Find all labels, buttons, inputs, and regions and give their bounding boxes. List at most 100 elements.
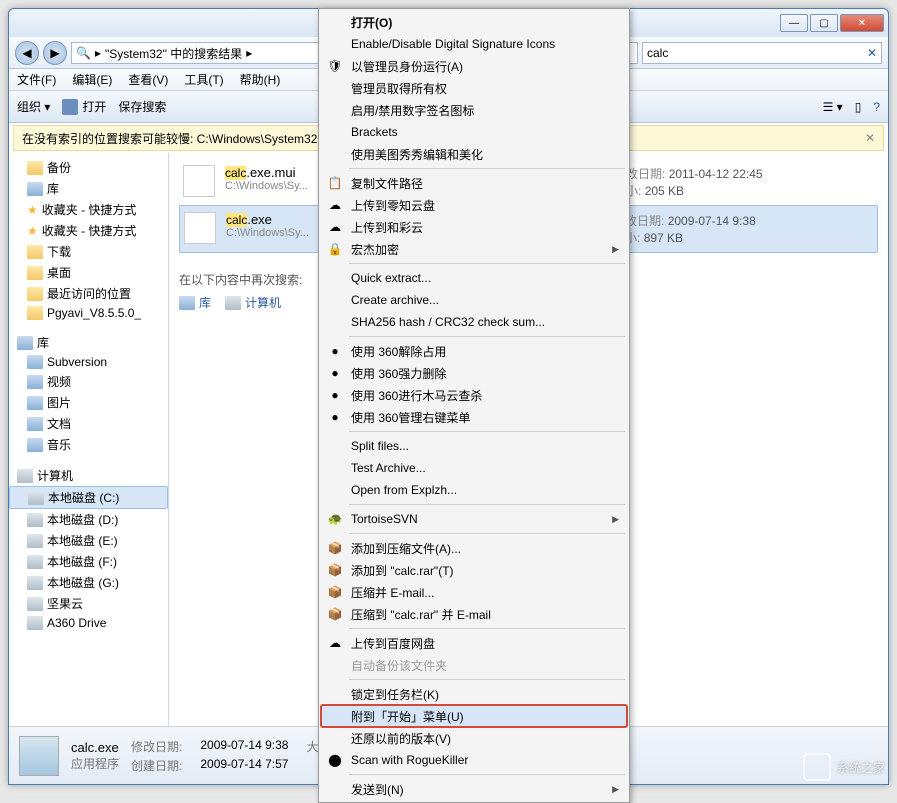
context-menu-item[interactable]: ●使用 360进行木马云查杀 [321, 384, 627, 406]
sidebar-item-label: Subversion [47, 355, 107, 369]
context-menu-item[interactable]: ☁上传到零知云盘 [321, 194, 627, 216]
context-menu-item[interactable]: Create archive... [321, 289, 627, 311]
sidebar-library-item[interactable]: 图片 [9, 392, 168, 413]
sidebar-item[interactable]: Pgyavi_V8.5.5.0_ [9, 304, 168, 322]
search-again-computer[interactable]: 计算机 [225, 294, 281, 311]
context-menu-item[interactable]: SHA256 hash / CRC32 check sum... [321, 311, 627, 333]
sidebar-item-label: 收藏夹 - 快捷方式 [42, 222, 137, 239]
back-button[interactable]: ◀ [15, 41, 39, 65]
context-menu-item[interactable]: Quick extract... [321, 267, 627, 289]
view-options-button[interactable]: ☰ ▾ [823, 100, 843, 114]
context-menu-item[interactable]: 附到「开始」菜单(U) [321, 705, 627, 727]
menu-item-label: 压缩到 "calc.rar" 并 E-mail [351, 606, 491, 623]
search-box[interactable]: ✕ [642, 42, 882, 64]
menu-separator [349, 504, 625, 505]
menu-edit[interactable]: 编辑(E) [72, 71, 112, 88]
context-menu-item[interactable]: 🐢TortoiseSVN▶ [321, 508, 627, 530]
context-menu-item[interactable]: 还原以前的版本(V) [321, 727, 627, 749]
context-menu-item[interactable]: 📦压缩并 E-mail... [321, 581, 627, 603]
context-menu-item[interactable]: 打开(O) [321, 11, 627, 33]
libraries-root[interactable]: 库 [9, 332, 168, 353]
menu-separator [349, 263, 625, 264]
details-create-value: 2009-07-14 7:57 [200, 757, 288, 774]
sidebar-item[interactable]: 下载 [9, 241, 168, 262]
context-menu-item[interactable]: 📦添加到压缩文件(A)... [321, 537, 627, 559]
context-menu-item[interactable]: ●使用 360管理右键菜单 [321, 406, 627, 428]
menu-item-label: 使用 360解除占用 [351, 343, 446, 360]
open-button[interactable]: 打开 [62, 98, 106, 115]
close-button[interactable]: ✕ [840, 14, 884, 32]
context-menu-item[interactable]: 锁定到任务栏(K) [321, 683, 627, 705]
context-menu-item[interactable]: ●使用 360强力删除 [321, 362, 627, 384]
context-menu-item[interactable]: 📋复制文件路径 [321, 172, 627, 194]
sidebar-drive-item[interactable]: 本地磁盘 (E:) [9, 530, 168, 551]
address-path: "System32" 中的搜索结果 [105, 45, 242, 62]
sidebar-item[interactable]: 桌面 [9, 262, 168, 283]
sidebar-library-item[interactable]: 音乐 [9, 434, 168, 455]
help-button[interactable]: ? [873, 100, 880, 114]
sidebar-library-item[interactable]: 视频 [9, 371, 168, 392]
menu-file[interactable]: 文件(F) [17, 71, 56, 88]
context-menu-item[interactable]: ●使用 360解除占用 [321, 340, 627, 362]
menu-item-label: Split files... [351, 439, 409, 453]
sidebar-item[interactable]: ★收藏夹 - 快捷方式 [9, 220, 168, 241]
folder-icon [27, 287, 43, 301]
sidebar-drive-item[interactable]: 本地磁盘 (D:) [9, 509, 168, 530]
file-icon [27, 306, 43, 320]
sidebar-item[interactable]: 最近访问的位置 [9, 283, 168, 304]
forward-button[interactable]: ▶ [43, 41, 67, 65]
sidebar-item[interactable]: 备份 [9, 157, 168, 178]
sidebar-item-label: 本地磁盘 (F:) [47, 553, 117, 570]
clear-search-icon[interactable]: ✕ [867, 46, 877, 60]
sidebar-drive-item[interactable]: 本地磁盘 (F:) [9, 551, 168, 572]
context-menu-item[interactable]: 发送到(N)▶ [321, 778, 627, 800]
menu-help[interactable]: 帮助(H) [240, 71, 281, 88]
info-bar-close-icon[interactable]: ✕ [865, 131, 875, 145]
minimize-button[interactable]: — [780, 14, 808, 32]
context-menu-item[interactable]: 📦压缩到 "calc.rar" 并 E-mail [321, 603, 627, 625]
context-menu-item[interactable]: Open from Explzh... [321, 479, 627, 501]
menu-item-label: 发送到(N) [351, 781, 404, 798]
sidebar-drive-item[interactable]: A360 Drive [9, 614, 168, 632]
sidebar-drive-item[interactable]: 坚果云 [9, 593, 168, 614]
context-menu-item[interactable]: ☁上传到百度网盘 [321, 632, 627, 654]
context-menu-item[interactable]: ⬤Scan with RogueKiller [321, 749, 627, 771]
library-icon [27, 355, 43, 369]
maximize-button[interactable]: ▢ [810, 14, 838, 32]
menu-tools[interactable]: 工具(T) [184, 71, 223, 88]
sidebar-drive-item[interactable]: 本地磁盘 (G:) [9, 572, 168, 593]
navigation-pane[interactable]: 备份库★收藏夹 - 快捷方式★收藏夹 - 快捷方式下载桌面最近访问的位置Pgya… [9, 153, 169, 726]
save-search-button[interactable]: 保存搜索 [118, 98, 166, 115]
search-again-libraries[interactable]: 库 [179, 294, 211, 311]
context-menu-item[interactable]: 📦添加到 "calc.rar"(T) [321, 559, 627, 581]
menu-item-label: Quick extract... [351, 271, 431, 285]
context-menu-item[interactable]: Split files... [321, 435, 627, 457]
context-menu-item[interactable]: 启用/禁用数字签名图标 [321, 99, 627, 121]
context-menu-item[interactable]: 使用美图秀秀编辑和美化 [321, 143, 627, 165]
search-input[interactable] [647, 46, 867, 60]
context-menu-item[interactable]: Enable/Disable Digital Signature Icons [321, 33, 627, 55]
menu-view[interactable]: 查看(V) [128, 71, 168, 88]
sidebar-item-label: 本地磁盘 (D:) [47, 511, 118, 528]
sidebar-library-item[interactable]: 文档 [9, 413, 168, 434]
context-menu-item[interactable]: ☁上传到和彩云 [321, 216, 627, 238]
sidebar-item-label: 图片 [47, 394, 71, 411]
context-menu-item[interactable]: 🛡以管理员身份运行(A) [321, 55, 627, 77]
computer-root[interactable]: 计算机 [9, 465, 168, 486]
context-menu-item[interactable]: 管理员取得所有权 [321, 77, 627, 99]
organize-button[interactable]: 组织 ▾ [17, 98, 50, 115]
menu-separator [349, 628, 625, 629]
sidebar-library-item[interactable]: Subversion [9, 353, 168, 371]
library-icon [27, 438, 43, 452]
context-menu-item[interactable]: Test Archive... [321, 457, 627, 479]
file-icon [184, 212, 216, 244]
context-menu-item[interactable]: 🔒宏杰加密▶ [321, 238, 627, 260]
drive-icon [28, 491, 44, 505]
sidebar-item[interactable]: ★收藏夹 - 快捷方式 [9, 199, 168, 220]
preview-pane-button[interactable]: ▯ [855, 100, 862, 114]
sidebar-drive-item[interactable]: 本地磁盘 (C:) [9, 486, 168, 509]
context-menu[interactable]: 打开(O)Enable/Disable Digital Signature Ic… [318, 8, 630, 803]
context-menu-item[interactable]: Brackets [321, 121, 627, 143]
menu-item-label: 附到「开始」菜单(U) [351, 708, 464, 725]
sidebar-item[interactable]: 库 [9, 178, 168, 199]
